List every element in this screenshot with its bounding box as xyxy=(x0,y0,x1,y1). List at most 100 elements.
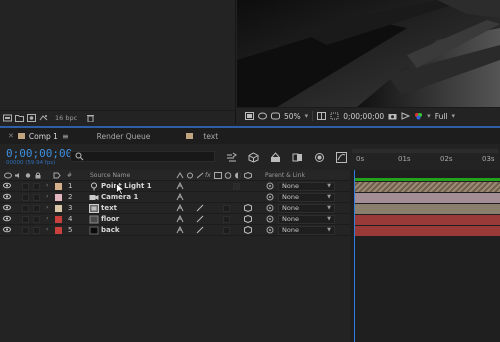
shy-switch-icon[interactable] xyxy=(176,215,184,223)
shy-switch-icon[interactable] xyxy=(176,182,184,190)
solo-toggle[interactable] xyxy=(22,205,29,212)
chevron-right-icon[interactable]: › xyxy=(46,204,48,211)
snapshot-camera-icon[interactable] xyxy=(388,112,397,120)
lock-toggle[interactable] xyxy=(33,216,40,223)
parent-select[interactable]: None ▼ xyxy=(278,226,335,235)
3d-layer-switch-icon[interactable] xyxy=(244,226,252,234)
zoom-level[interactable]: 50% xyxy=(284,112,301,121)
source-name-column-header[interactable]: Source Name xyxy=(90,172,130,179)
layer-duration-bar[interactable] xyxy=(354,182,500,192)
current-time-indicator[interactable] xyxy=(354,170,355,342)
eye-icon[interactable] xyxy=(3,215,11,222)
chevron-right-icon[interactable]: › xyxy=(46,193,48,200)
label-color-swatch[interactable] xyxy=(55,183,62,190)
layer-name[interactable]: back xyxy=(101,226,120,234)
solo-toggle[interactable] xyxy=(22,194,29,201)
close-icon[interactable]: ✕ xyxy=(8,132,14,140)
time-navigator[interactable] xyxy=(352,149,498,153)
time-ruler[interactable]: 0s 01s 02s 03s xyxy=(350,144,500,170)
chevron-down-icon[interactable]: ▾ xyxy=(427,112,431,120)
shy-switch-icon[interactable] xyxy=(176,193,184,201)
layer-duration-bar[interactable] xyxy=(354,215,500,225)
tab-comp-1[interactable]: ✕ Comp 1 ≡ xyxy=(0,128,77,144)
solo-toggle[interactable] xyxy=(22,183,29,190)
pick-whip-icon[interactable] xyxy=(266,226,274,234)
lock-toggle[interactable] xyxy=(33,227,40,234)
trash-icon[interactable] xyxy=(86,114,95,122)
layer-duration-bar[interactable] xyxy=(354,193,500,203)
always-preview-icon[interactable] xyxy=(245,112,254,120)
quality-switch-icon[interactable] xyxy=(196,215,204,223)
layer-row[interactable]: › 1 Point Light 1 None ▼ xyxy=(0,181,350,192)
parent-select[interactable]: None ▼ xyxy=(278,193,335,202)
eye-icon[interactable] xyxy=(3,182,11,189)
layer-name[interactable]: floor xyxy=(101,215,119,223)
lock-toggle[interactable] xyxy=(33,205,40,212)
draft-3d-icon[interactable] xyxy=(248,151,259,163)
layer-row[interactable]: › 4 floor None ▼ xyxy=(0,214,350,225)
switch-cell[interactable] xyxy=(223,227,230,234)
switch-cell[interactable] xyxy=(233,183,240,190)
shy-layers-icon[interactable] xyxy=(270,151,281,163)
new-composition-icon[interactable] xyxy=(27,113,36,122)
pick-whip-icon[interactable] xyxy=(266,204,274,212)
hamburger-menu-icon[interactable]: ≡ xyxy=(62,132,69,141)
timeline-graph-area[interactable] xyxy=(350,170,500,342)
region-of-interest-icon[interactable] xyxy=(330,112,339,120)
eye-icon[interactable] xyxy=(3,204,11,211)
work-area-bar[interactable] xyxy=(354,178,500,181)
parent-select[interactable]: None ▼ xyxy=(278,215,335,224)
3d-layer-switch-icon[interactable] xyxy=(244,204,252,212)
layer-row[interactable]: › 3 text None ▼ xyxy=(0,203,350,214)
layer-row[interactable]: › 2 Camera 1 None ▼ xyxy=(0,192,350,203)
quality-switch-icon[interactable] xyxy=(196,204,204,212)
graph-editor-icon[interactable] xyxy=(336,151,347,163)
motion-blur-icon[interactable] xyxy=(314,152,325,163)
parent-select[interactable]: None ▼ xyxy=(278,182,335,191)
grid-guide-icon[interactable] xyxy=(317,112,327,120)
solo-toggle[interactable] xyxy=(22,227,29,234)
3d-layer-switch-icon[interactable] xyxy=(244,215,252,223)
layer-name[interactable]: text xyxy=(101,204,117,212)
solo-toggle[interactable] xyxy=(22,216,29,223)
eye-icon[interactable] xyxy=(3,226,11,233)
show-snapshot-icon[interactable] xyxy=(401,112,411,120)
interpret-footage-icon[interactable] xyxy=(3,114,12,122)
eye-icon[interactable] xyxy=(3,193,11,200)
layer-empty-area[interactable] xyxy=(0,237,350,342)
parent-select[interactable]: None ▼ xyxy=(278,204,335,213)
viewer-canvas[interactable] xyxy=(237,0,500,107)
quality-switch-icon[interactable] xyxy=(196,226,204,234)
layer-row[interactable]: › 5 back None ▼ xyxy=(0,225,350,236)
layer-search-input[interactable] xyxy=(70,151,215,162)
switch-cell[interactable] xyxy=(223,216,230,223)
pick-whip-icon[interactable] xyxy=(266,193,274,201)
shy-switch-icon[interactable] xyxy=(176,226,184,234)
pick-whip-icon[interactable] xyxy=(266,215,274,223)
mask-visibility-icon[interactable] xyxy=(258,112,267,120)
resolution-select[interactable]: Full xyxy=(435,112,448,121)
new-folder-icon[interactable] xyxy=(15,114,24,122)
bit-depth-label[interactable]: 16 bpc xyxy=(55,114,77,122)
vr-preview-icon[interactable] xyxy=(271,112,280,120)
current-time-display[interactable]: 0;00;00;00 xyxy=(6,147,72,160)
lock-toggle[interactable] xyxy=(33,194,40,201)
pick-whip-icon[interactable] xyxy=(266,182,274,190)
layer-duration-bar[interactable] xyxy=(354,204,500,214)
chevron-right-icon[interactable]: › xyxy=(46,215,48,222)
chevron-down-icon[interactable]: ▾ xyxy=(452,112,456,120)
label-color-swatch[interactable] xyxy=(55,227,62,234)
chevron-right-icon[interactable]: › xyxy=(46,182,48,189)
layer-name[interactable]: Point Light 1 xyxy=(101,182,152,190)
chevron-right-icon[interactable]: › xyxy=(46,226,48,233)
layer-duration-bar[interactable] xyxy=(354,226,500,236)
lock-toggle[interactable] xyxy=(33,183,40,190)
tab-text[interactable]: text xyxy=(178,128,226,144)
label-color-swatch[interactable] xyxy=(55,194,62,201)
color-channels-icon[interactable] xyxy=(414,112,423,120)
viewer-timecode[interactable]: 0;00;00;00 xyxy=(343,112,384,121)
label-color-swatch[interactable] xyxy=(55,205,62,212)
comp-mini-flowchart-icon[interactable] xyxy=(226,152,237,163)
tab-render-queue[interactable]: Render Queue xyxy=(89,128,159,144)
project-settings-icon[interactable] xyxy=(39,114,48,122)
